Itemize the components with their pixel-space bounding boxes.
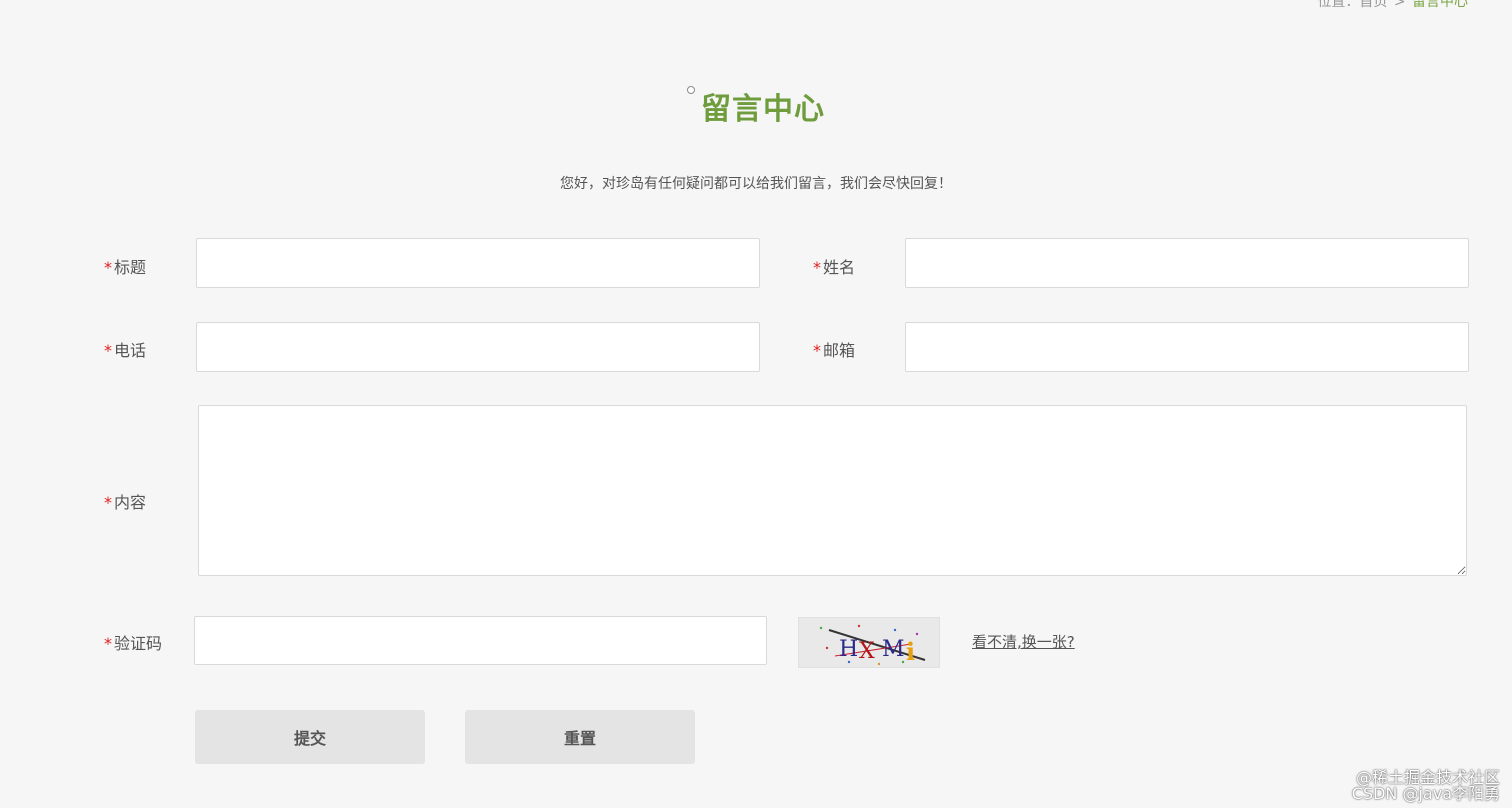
content-textarea[interactable] [198, 405, 1467, 576]
content-label: * 内容 [104, 489, 146, 513]
svg-text:H: H [839, 637, 858, 662]
page-title: 留言中心 [701, 92, 825, 127]
name-label-text: 姓名 [823, 258, 856, 277]
phone-input[interactable] [196, 322, 760, 372]
breadcrumb: 位置：首页 > 留言中心 [1317, 0, 1468, 11]
email-label-text: 邮箱 [823, 341, 856, 360]
captcha-label: * 验证码 [104, 630, 162, 654]
captcha-graphic: H X M i [819, 624, 926, 666]
title-wrap: 留言中心 [0, 84, 1512, 128]
title-dot-icon [687, 86, 695, 94]
required-mark: * [813, 341, 821, 360]
captcha-input[interactable] [194, 616, 767, 665]
phone-label: * 电话 [104, 337, 146, 361]
svg-text:i: i [906, 637, 915, 666]
captcha-refresh-link[interactable]: 看不清,换一张? [972, 631, 1075, 652]
captcha-label-text: 验证码 [114, 634, 163, 653]
breadcrumb-separator: > [1393, 0, 1406, 10]
reset-button[interactable]: 重置 [465, 710, 695, 764]
page-title-block: 留言中心 [687, 84, 825, 128]
submit-button[interactable]: 提交 [195, 710, 425, 764]
title-label: * 标题 [104, 254, 146, 278]
breadcrumb-position-label: 位置： [1317, 0, 1360, 10]
content-label-text: 内容 [114, 493, 147, 512]
name-input[interactable] [905, 238, 1469, 288]
svg-text:X: X [859, 639, 875, 664]
breadcrumb-home-link[interactable]: 首页 [1359, 0, 1387, 10]
page-subtitle: 您好，对珍岛有任何疑问都可以给我们留言，我们会尽快回复！ [560, 176, 952, 192]
required-mark: * [104, 634, 112, 653]
svg-text:M: M [882, 637, 905, 662]
required-mark: * [104, 258, 112, 277]
email-label: * 邮箱 [813, 337, 855, 361]
breadcrumb-current: 留言中心 [1412, 0, 1468, 10]
required-mark: * [813, 258, 821, 277]
required-mark: * [104, 341, 112, 360]
page: 位置：首页 > 留言中心 留言中心 您好，对珍岛有任何疑问都可以给我们留言，我们… [0, 0, 1512, 808]
email-input[interactable] [905, 322, 1469, 372]
captcha-image[interactable]: H X M i [798, 617, 940, 668]
watermark-csdn: CSDN @java李阳勇 [1351, 784, 1500, 803]
title-input[interactable] [196, 238, 760, 288]
required-mark: * [104, 493, 112, 512]
title-label-text: 标题 [114, 258, 147, 277]
name-label: * 姓名 [813, 254, 855, 278]
phone-label-text: 电话 [114, 341, 147, 360]
